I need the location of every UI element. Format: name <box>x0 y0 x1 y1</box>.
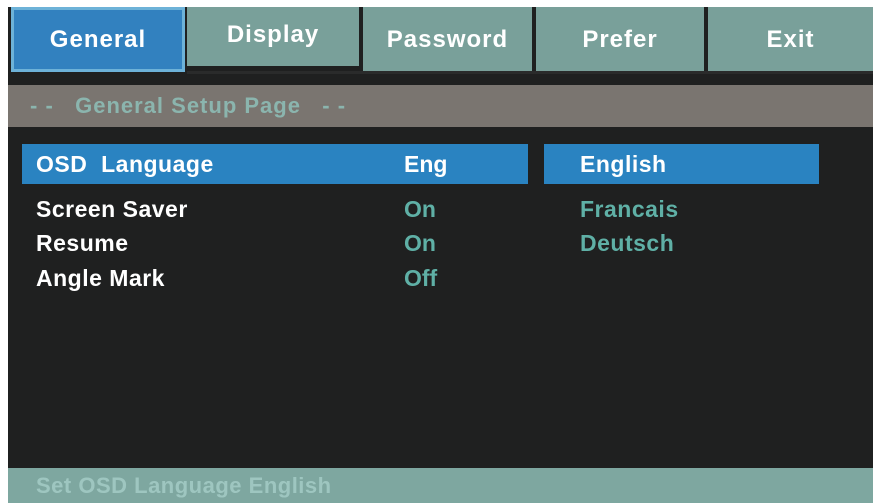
option-deutsch[interactable]: Deutsch <box>580 229 674 257</box>
tab-bar: General Display Password Prefer Exit <box>8 7 873 79</box>
option-english[interactable]: English <box>544 144 819 184</box>
tab-bar-divider <box>187 71 873 74</box>
tab-prefer-label: Prefer <box>582 25 658 53</box>
setting-value-resume: On <box>404 230 436 256</box>
tab-general[interactable]: General <box>11 7 185 72</box>
option-english-label: English <box>580 151 667 177</box>
setting-value-angle-mark: Off <box>404 265 438 291</box>
tab-general-label: General <box>49 25 147 53</box>
tab-display[interactable]: Display <box>187 7 359 66</box>
osd-setup-screen: General Display Password Prefer Exit - -… <box>8 7 873 503</box>
setting-label-resume: Resume <box>36 230 129 256</box>
page-title: - - General Setup Page - - <box>8 85 873 127</box>
tab-exit[interactable]: Exit <box>708 7 873 72</box>
setting-label-angle-mark: Angle Mark <box>36 265 165 291</box>
tab-prefer[interactable]: Prefer <box>536 7 704 72</box>
setting-value-osd-language: Eng <box>404 151 448 177</box>
tab-password[interactable]: Password <box>363 7 532 72</box>
tab-display-label: Display <box>226 21 320 48</box>
setting-label-screen-saver: Screen Saver <box>36 196 188 222</box>
option-francais[interactable]: Francais <box>580 195 679 223</box>
setting-label-osd-language: OSD Language <box>36 151 214 177</box>
tab-password-label: Password <box>386 25 509 53</box>
setting-value-screen-saver: On <box>404 196 436 222</box>
status-bar: Set OSD Language English <box>8 468 873 503</box>
tab-exit-label: Exit <box>766 25 815 53</box>
setting-row-osd-language[interactable]: OSD Language Eng <box>22 144 528 184</box>
